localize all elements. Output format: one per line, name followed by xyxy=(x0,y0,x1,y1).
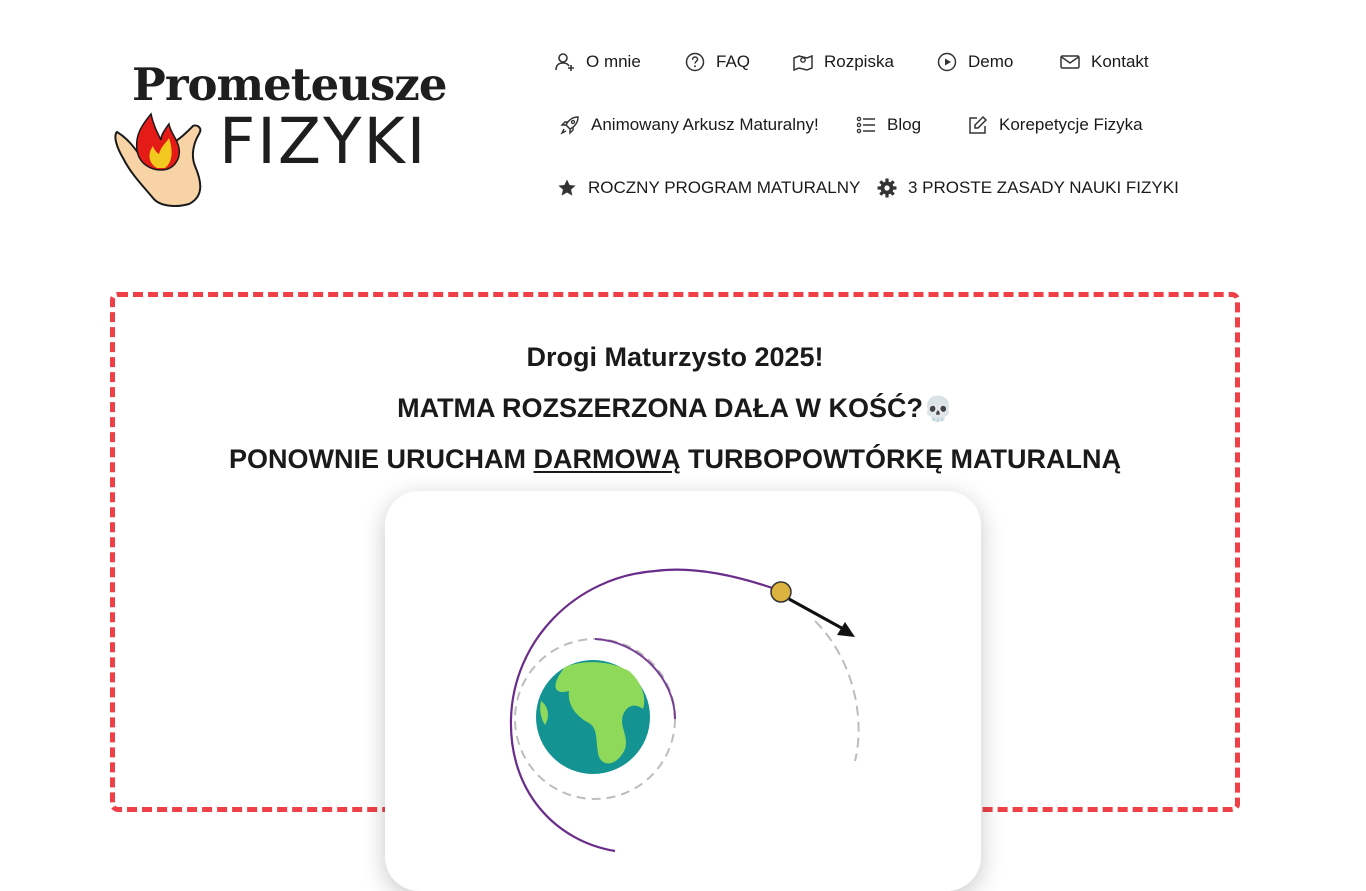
promo-headline: MATMA ROZSZERZONA DAŁA W KOŚĆ?💀 xyxy=(115,393,1235,424)
nav-label: Kontakt xyxy=(1091,52,1149,71)
promo-subheadline: PONOWNIE URUCHAM DARMOWĄ TURBOPOWTÓRKĘ M… xyxy=(115,444,1235,475)
question-circle-icon xyxy=(685,52,705,72)
promo-sub-free: DARMOWĄ xyxy=(533,444,681,474)
nav-item-animowany-arkusz[interactable]: Animowany Arkusz Maturalny! xyxy=(560,113,819,137)
orbit-animation-card[interactable] xyxy=(385,491,981,891)
nav-item-rozpiska[interactable]: Rozpiska xyxy=(793,50,894,74)
site-logo[interactable]: Prometeusze FIZYKI xyxy=(113,60,447,210)
nav-item-blog[interactable]: Blog xyxy=(856,113,921,137)
nav-label: FAQ xyxy=(716,52,751,71)
nav-label: O mnie xyxy=(586,52,641,71)
promo-sub-pre: PONOWNIE URUCHAM xyxy=(229,444,534,474)
logo-title: Prometeusze xyxy=(132,58,447,111)
list-icon xyxy=(856,116,875,134)
flame-hand-icon xyxy=(114,112,202,207)
promo-box: Drogi Maturzysto 2025! MATMA ROZSZERZONA… xyxy=(110,292,1240,891)
nav-item-faq[interactable]: FAQ xyxy=(685,50,750,74)
nav-item-korepetycje[interactable]: Korepetycje Fizyka xyxy=(968,113,1143,137)
nav-item-roczny-program[interactable]: ROCZNY PROGRAM MATURALNY xyxy=(557,176,860,200)
nav-item-kontakt[interactable]: Kontakt xyxy=(1060,50,1149,74)
nav-item-demo[interactable]: Demo xyxy=(937,50,1013,74)
envelope-icon xyxy=(1060,55,1080,69)
promo-sub-post: TURBOPOWTÓRKĘ MATURALNĄ xyxy=(680,444,1121,474)
map-pin-icon xyxy=(793,54,813,72)
nav-label: Korepetycje Fizyka xyxy=(999,115,1143,134)
edit-icon xyxy=(969,115,988,134)
play-circle-icon xyxy=(937,52,957,72)
nav-label: Demo xyxy=(968,52,1014,71)
nav-label: Animowany Arkusz Maturalny! xyxy=(591,115,819,134)
star-icon xyxy=(558,179,576,196)
nav-label: ROCZNY PROGRAM MATURALNY xyxy=(588,178,861,197)
nav-label: Blog xyxy=(887,115,922,134)
nav-label: Rozpiska xyxy=(824,52,894,71)
nav-label: 3 PROSTE ZASADY NAUKI FIZYKI xyxy=(908,178,1179,197)
skull-icon: 💀 xyxy=(923,396,953,423)
rocket-icon xyxy=(560,116,579,135)
user-plus-icon xyxy=(555,53,574,71)
promo-headline-text: MATMA ROZSZERZONA DAŁA W KOŚĆ? xyxy=(397,393,924,423)
nav-item-o-mnie[interactable]: O mnie xyxy=(555,50,641,74)
promo-greeting: Drogi Maturzysto 2025! xyxy=(526,342,824,372)
nav-item-zasady[interactable]: 3 PROSTE ZASADY NAUKI FIZYKI xyxy=(877,176,1179,200)
orbit-illustration xyxy=(509,568,860,853)
logo-subtitle: FIZYKI xyxy=(219,105,428,178)
satellite-icon xyxy=(770,581,792,603)
gear-icon xyxy=(877,178,897,198)
